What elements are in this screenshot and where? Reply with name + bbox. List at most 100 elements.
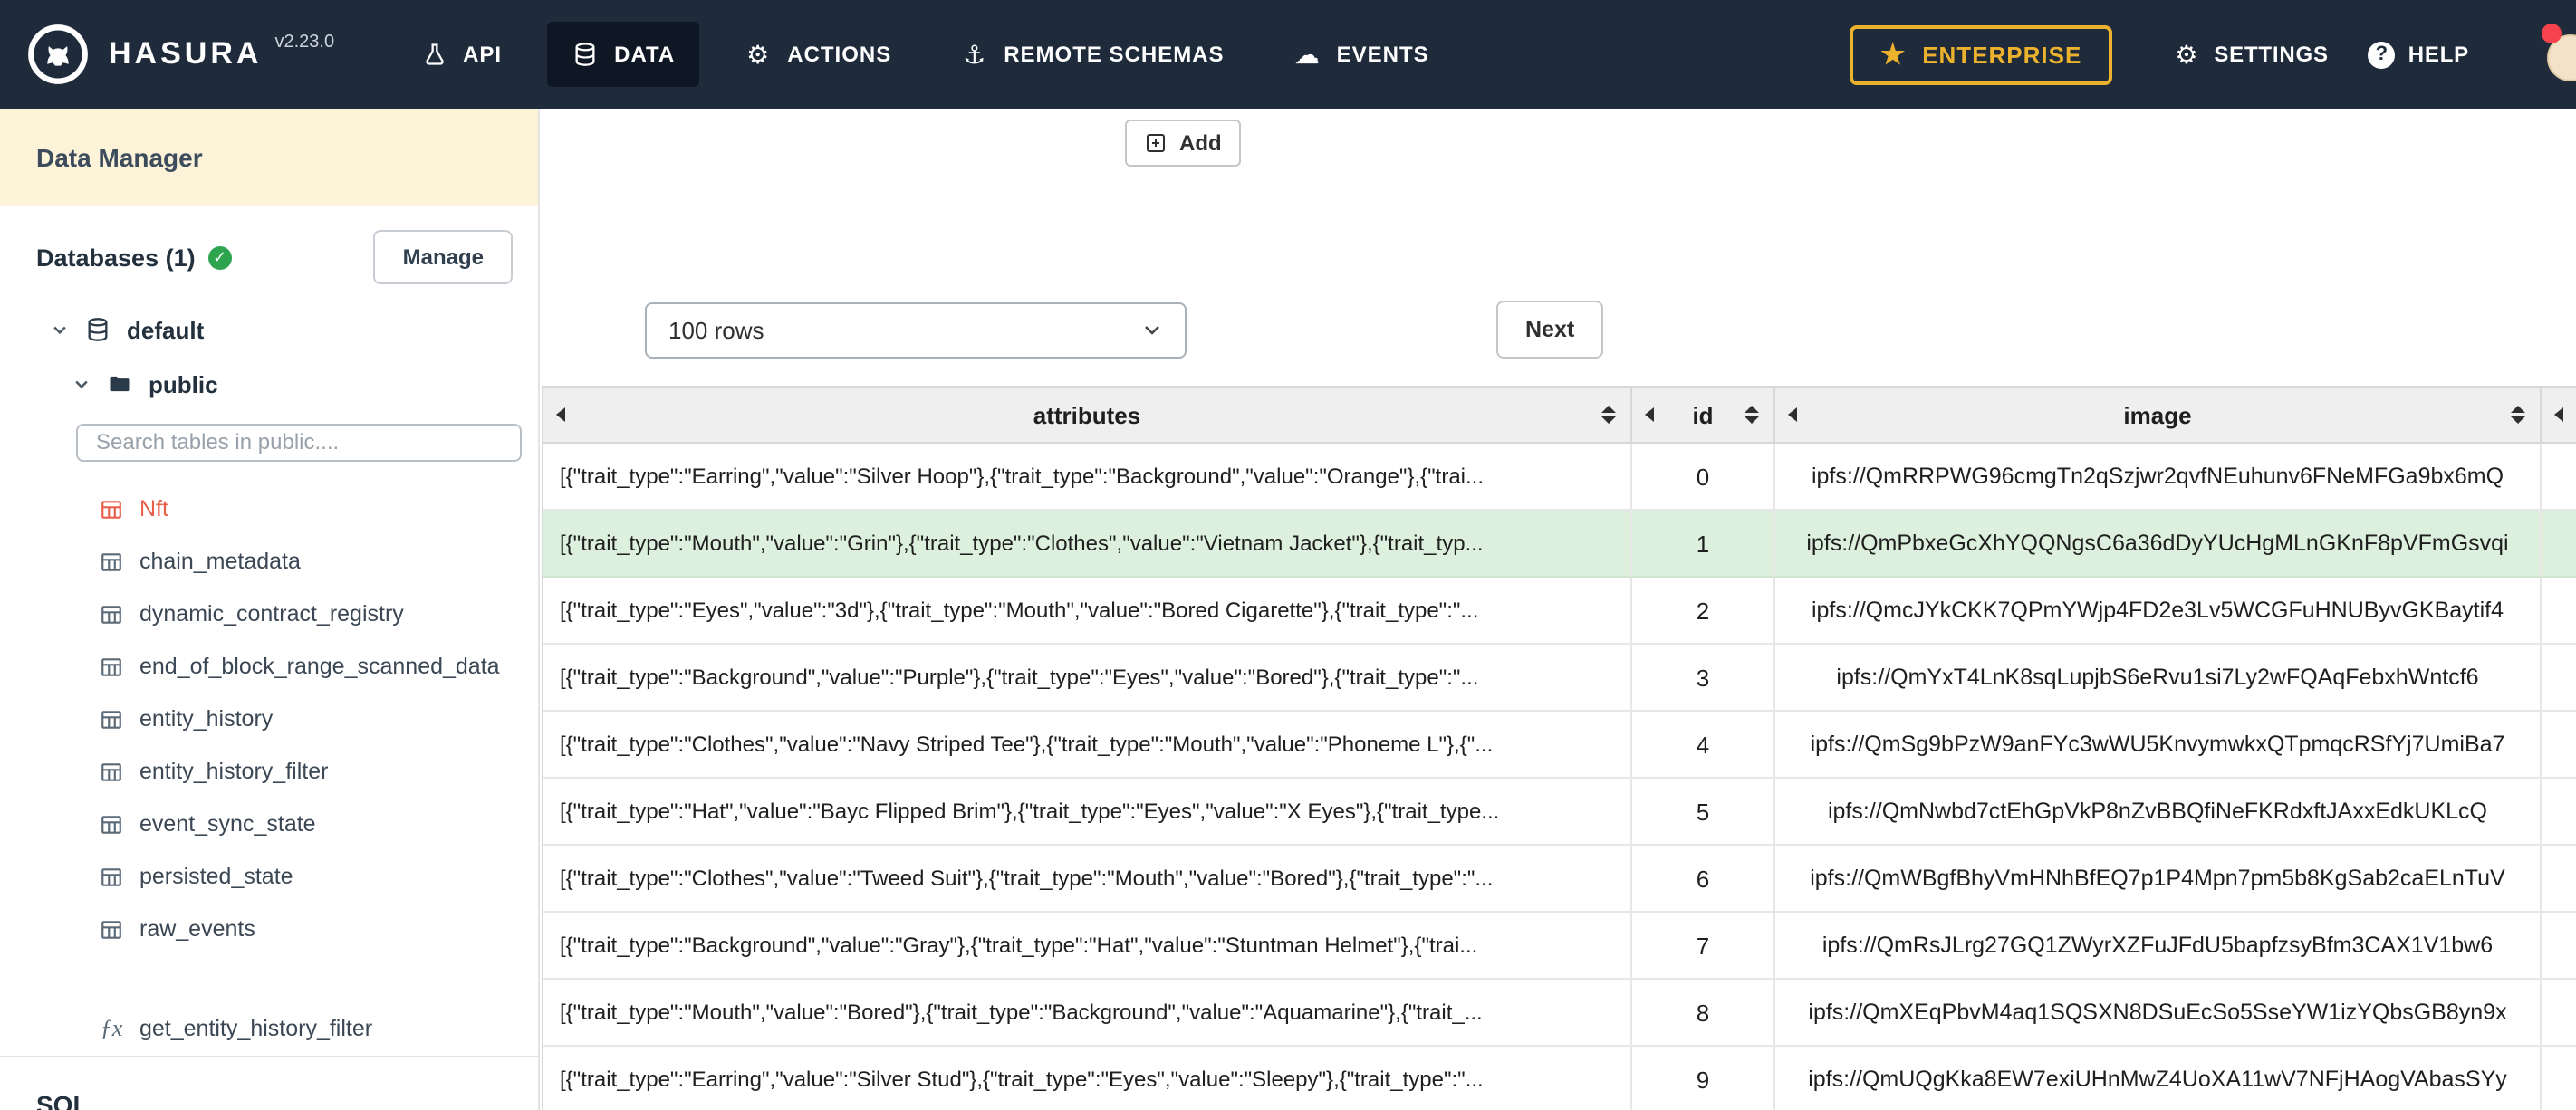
flask-icon xyxy=(419,40,448,69)
settings-label: SETTINGS xyxy=(2214,42,2329,67)
rows-per-page-select[interactable]: 100 rows xyxy=(645,301,1187,358)
sidebar-sql-section[interactable]: SQL xyxy=(0,1055,538,1110)
column-header-attributes[interactable]: attributes xyxy=(543,388,1632,444)
help-icon: ? xyxy=(2368,41,2396,68)
sidebar-item-table[interactable]: entity_history xyxy=(0,693,538,745)
add-label: Add xyxy=(1179,130,1222,156)
sort-icon[interactable] xyxy=(1745,406,1759,424)
cell-image: ipfs://QmSg9bPzW9anFYc3wWU5KnvymwkxQTpmq… xyxy=(1775,712,2542,779)
cell-attributes: [{"trait_type":"Hat","value":"Bayc Flipp… xyxy=(543,779,1632,846)
gears-icon: ⚙︎ xyxy=(746,40,771,69)
cell-image: ipfs://QmcJYkCKK7QPmYWjp4FD2e3Lv5WCGFuHN… xyxy=(1775,578,2542,645)
cell-id: 2 xyxy=(1632,578,1775,645)
collapse-column-icon[interactable] xyxy=(1788,407,1797,422)
cell-extra xyxy=(2542,980,2576,1047)
tree-item-default-database[interactable]: default xyxy=(0,302,538,357)
cell-image: ipfs://QmXEqPbvM4aq1SQSXN8DSuEcSo5SseYW1… xyxy=(1775,980,2542,1047)
collapse-column-icon[interactable] xyxy=(2554,407,2563,422)
table-icon xyxy=(98,865,125,888)
column-header-id[interactable]: id xyxy=(1632,388,1775,444)
table-icon xyxy=(98,917,125,941)
table-name: entity_history xyxy=(139,706,274,732)
function-name: get_entity_history_filter xyxy=(139,1016,373,1042)
manage-button[interactable]: Manage xyxy=(373,230,513,284)
rows-table: attributes id image [{"trait_type":"Earr… xyxy=(542,386,2576,1110)
star-icon: ★ xyxy=(1880,39,1907,70)
user-avatar[interactable] xyxy=(2542,24,2576,81)
nav-item-actions[interactable]: ⚙︎ ACTIONS xyxy=(720,22,915,87)
chevron-down-icon xyxy=(1141,319,1163,340)
browse-rows-panel: Add 100 rows Next attributes id image [{… xyxy=(540,109,2576,1110)
database-name: default xyxy=(127,316,205,343)
table-icon xyxy=(98,602,125,626)
settings-button[interactable]: ⚙︎ SETTINGS xyxy=(2152,40,2348,69)
table-icon xyxy=(98,760,125,783)
sidebar-item-table[interactable]: persisted_state xyxy=(0,850,538,903)
table-icon xyxy=(98,655,125,678)
version-label: v2.23.0 xyxy=(274,33,335,53)
nav-item-remote-schemas[interactable]: ⚓︎ REMOTE SCHEMAS xyxy=(937,22,1247,87)
help-button[interactable]: ? HELP xyxy=(2349,41,2489,68)
sidebar-item-function[interactable]: ƒx get_entity_history_filter xyxy=(0,1002,538,1055)
nav-item-label: API xyxy=(463,42,503,67)
sidebar-item-table[interactable]: event_sync_state xyxy=(0,798,538,850)
cell-image: ipfs://QmWBgfBhyVmHNhBfEQ7p1P4Mpn7pm5b8K… xyxy=(1775,846,2542,913)
cell-id: 7 xyxy=(1632,913,1775,980)
table-icon xyxy=(98,550,125,573)
column-label: id xyxy=(1692,401,1714,428)
cell-image: ipfs://QmRRPWG96cmgTn2qSzjwr2qvfNEuhunv6… xyxy=(1775,444,2542,511)
enterprise-button[interactable]: ★ ENTERPRISE xyxy=(1850,24,2113,84)
chevron-down-icon[interactable] xyxy=(51,321,69,339)
cell-extra xyxy=(2542,578,2576,645)
cell-id: 4 xyxy=(1632,712,1775,779)
column-header-partial[interactable] xyxy=(2542,388,2576,444)
sidebar-item-table[interactable]: entity_history_filter xyxy=(0,745,538,798)
cell-extra xyxy=(2542,712,2576,779)
database-icon xyxy=(571,40,600,69)
cloud-icon: ☁︎ xyxy=(1294,40,1322,69)
table-icon xyxy=(98,707,125,731)
folder-icon xyxy=(107,371,132,397)
nav-item-data[interactable]: DATA xyxy=(547,22,699,87)
sidebar-item-table[interactable]: end_of_block_range_scanned_data xyxy=(0,640,538,693)
sidebar-item-table[interactable]: raw_events xyxy=(0,903,538,955)
table-icon xyxy=(98,497,125,521)
sidebar-item-table[interactable]: chain_metadata xyxy=(0,535,538,588)
chevron-down-icon[interactable] xyxy=(72,375,91,393)
cell-id: 6 xyxy=(1632,846,1775,913)
cell-attributes: [{"trait_type":"Mouth","value":"Bored"},… xyxy=(543,980,1632,1047)
nav-item-label: ACTIONS xyxy=(787,42,892,67)
nav-item-api[interactable]: API xyxy=(396,22,525,87)
cell-attributes: [{"trait_type":"Background","value":"Gra… xyxy=(543,913,1632,980)
sort-icon[interactable] xyxy=(1601,406,1616,424)
add-row-button[interactable]: Add xyxy=(1125,120,1242,167)
cell-attributes: [{"trait_type":"Mouth","value":"Grin"},{… xyxy=(543,511,1632,578)
sort-icon[interactable] xyxy=(2511,406,2525,424)
database-icon xyxy=(85,317,111,342)
search-tables-input[interactable] xyxy=(76,424,522,462)
next-page-button[interactable]: Next xyxy=(1496,301,1604,359)
sidebar-title: Data Manager xyxy=(0,109,538,206)
table-name: persisted_state xyxy=(139,864,293,890)
tree-item-public-schema[interactable]: public xyxy=(0,357,538,411)
collapse-column-icon[interactable] xyxy=(1645,407,1654,422)
hasura-logo[interactable] xyxy=(25,22,91,87)
nav-item-events[interactable]: ☁︎ EVENTS xyxy=(1270,22,1453,87)
cell-id: 9 xyxy=(1632,1047,1775,1110)
collapse-column-icon[interactable] xyxy=(556,407,565,422)
main-nav: API DATA ⚙︎ ACTIONS ⚓︎ REMOTE SCHEMAS ☁︎… xyxy=(396,22,1475,87)
sidebar-item-table-nft[interactable]: Nft xyxy=(0,483,538,535)
table-name: end_of_block_range_scanned_data xyxy=(139,654,500,680)
gear-icon: ⚙︎ xyxy=(2175,40,2199,69)
sidebar-item-table[interactable]: dynamic_contract_registry xyxy=(0,588,538,640)
nav-item-label: EVENTS xyxy=(1336,42,1429,67)
cell-attributes: [{"trait_type":"Earring","value":"Silver… xyxy=(543,1047,1632,1110)
column-header-image[interactable]: image xyxy=(1775,388,2542,444)
table-name: Nft xyxy=(139,496,168,522)
databases-count: Databases (1) xyxy=(36,244,196,271)
cell-attributes: [{"trait_type":"Clothes","value":"Tweed … xyxy=(543,846,1632,913)
check-icon: ✓ xyxy=(207,245,232,269)
cell-attributes: [{"trait_type":"Background","value":"Pur… xyxy=(543,645,1632,712)
table-name: entity_history_filter xyxy=(139,759,329,785)
data-sidebar: Data Manager Databases (1) ✓ Manage defa… xyxy=(0,109,540,1110)
